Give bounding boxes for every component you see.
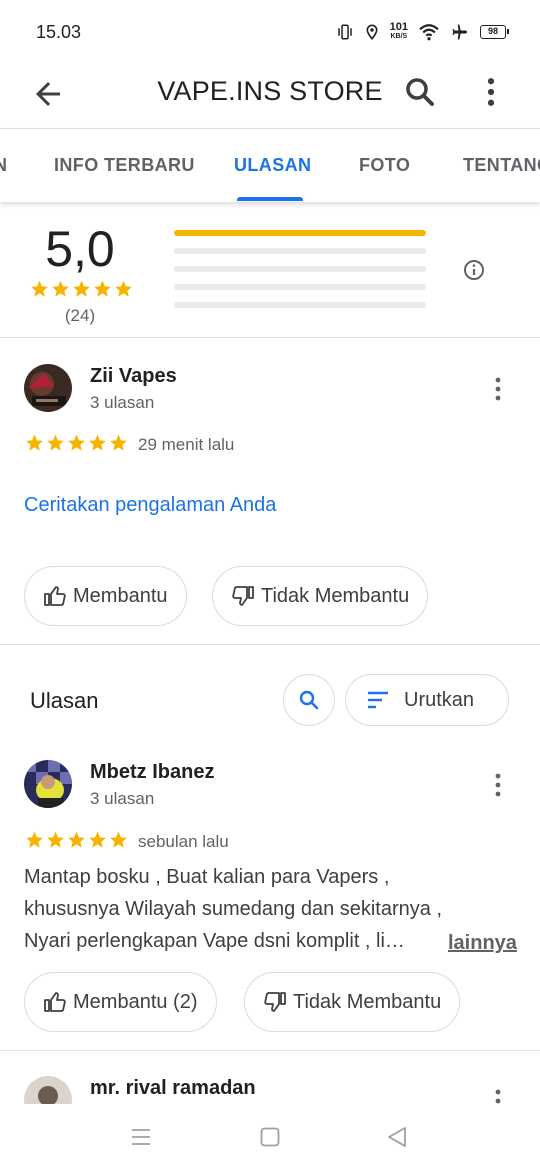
- network-speed-value: 101: [389, 21, 408, 33]
- thumb-down-icon: [264, 992, 286, 1012]
- review-text-line: khususnya Wilayah sumedang dan sekitarny…: [24, 898, 443, 920]
- airplane-icon: [452, 24, 468, 39]
- star-icon: [26, 434, 43, 451]
- vibrate-icon: [337, 24, 352, 39]
- rating-count: (24): [64, 306, 96, 325]
- star-icon: [94, 280, 111, 297]
- rating-bar-4: [174, 248, 426, 254]
- sort-icon: [368, 691, 388, 709]
- page-title: VAPE.INS STORE: [157, 76, 383, 106]
- own-review-card: Zii Vapes 3 ulasan 29 menit lalu Ceritak…: [0, 338, 540, 644]
- more-vert-icon[interactable]: [476, 74, 506, 110]
- not-helpful-button[interactable]: Tidak Membantu: [244, 972, 461, 1032]
- tab-tentang[interactable]: TENTANG: [463, 155, 540, 176]
- star-icon: [26, 831, 43, 848]
- divider: [0, 1050, 540, 1051]
- rating-summary: 5,0 (24): [0, 204, 540, 338]
- review-card: Mbetz Ibanez 3 ulasan sebulan lalu Manta…: [0, 744, 540, 1050]
- star-icon: [47, 831, 64, 848]
- tab-indicator: [237, 197, 303, 201]
- thumb-down-icon: [232, 586, 254, 606]
- rating-bar-2: [174, 284, 426, 290]
- wifi-icon: [419, 23, 439, 40]
- star-icon: [68, 434, 85, 451]
- rating-bar-fill: [174, 230, 426, 236]
- read-more-link[interactable]: lainnya: [448, 932, 517, 955]
- star-icon: [89, 831, 106, 848]
- review-stars: [24, 830, 129, 850]
- avatar[interactable]: [24, 364, 72, 412]
- star-icon: [115, 280, 132, 297]
- more-vert-icon[interactable]: [486, 374, 510, 404]
- star-icon: [68, 831, 85, 848]
- share-experience-link[interactable]: Ceritakan pengalaman Anda: [24, 494, 276, 517]
- status-time: 15.03: [36, 22, 82, 42]
- reviewer-review-count: 3 ulasan: [90, 393, 155, 412]
- reviewer-review-count: 3 ulasan: [90, 789, 155, 808]
- menu-icon[interactable]: [130, 1126, 152, 1148]
- rating-bar-1: [174, 302, 426, 308]
- thumb-up-icon: [44, 586, 66, 606]
- avatar[interactable]: [24, 1076, 72, 1104]
- helpful-label: Membantu (2): [73, 990, 198, 1013]
- avatar[interactable]: [24, 760, 72, 808]
- tab-info-terbaru[interactable]: INFO TERBARU: [54, 155, 195, 176]
- status-bar: 15.03 101 KB/S 98: [0, 0, 540, 62]
- system-nav-bar: [0, 1104, 540, 1170]
- tab-foto[interactable]: FOTO: [359, 155, 410, 176]
- star-icon: [31, 280, 48, 297]
- star-icon: [52, 280, 69, 297]
- review-time: sebulan lalu: [138, 832, 229, 851]
- info-icon[interactable]: [462, 258, 486, 282]
- app-bar: VAPE.INS STORE: [0, 62, 540, 128]
- sort-button[interactable]: Urutkan: [345, 674, 509, 726]
- home-icon[interactable]: [259, 1126, 281, 1148]
- more-vert-icon[interactable]: [486, 770, 510, 800]
- average-rating: 5,0: [45, 221, 115, 277]
- network-speed-unit: KB/S: [390, 33, 408, 40]
- star-icon: [73, 280, 90, 297]
- helpful-label: Membantu: [73, 584, 168, 607]
- search-icon: [299, 690, 319, 710]
- star-icon: [47, 434, 64, 451]
- sort-label: Urutkan: [404, 688, 475, 711]
- not-helpful-label: Tidak Membantu: [293, 990, 442, 1013]
- rating-bar-5: [174, 230, 426, 236]
- review-stars: [24, 433, 129, 453]
- review-card: mr. rival ramadan: [0, 1060, 540, 1104]
- star-icon: [89, 434, 106, 451]
- star-icon: [110, 831, 127, 848]
- not-helpful-button[interactable]: Tidak Membantu: [212, 566, 429, 626]
- more-vert-icon[interactable]: [486, 1086, 510, 1104]
- search-reviews-button[interactable]: [283, 674, 335, 726]
- back-icon[interactable]: [386, 1126, 408, 1148]
- rating-bar-3: [174, 266, 426, 272]
- review-text-line: Mantap bosku , Buat kalian para Vapers ,: [24, 866, 390, 888]
- tab-ulasan[interactable]: ULASAN: [234, 155, 311, 176]
- review-time: 29 menit lalu: [138, 435, 235, 454]
- not-helpful-label: Tidak Membantu: [261, 584, 410, 607]
- reviewer-name[interactable]: Zii Vapes: [90, 365, 177, 388]
- tab-overview-partial[interactable]: N: [0, 155, 7, 176]
- tab-bar: N INFO TERBARU ULASAN FOTO TENTANG: [0, 128, 540, 202]
- network-speed: 101 KB/S: [390, 22, 408, 41]
- status-icons: 101 KB/S 98: [336, 22, 509, 41]
- reviewer-name[interactable]: mr. rival ramadan: [90, 1077, 256, 1100]
- reviews-section-title: Ulasan: [30, 688, 99, 713]
- average-stars: [29, 279, 134, 299]
- search-icon[interactable]: [402, 74, 438, 110]
- location-icon: [366, 24, 378, 40]
- thumb-up-icon: [44, 992, 66, 1012]
- star-icon: [110, 434, 127, 451]
- helpful-button[interactable]: Membantu (2): [24, 972, 217, 1032]
- helpful-button[interactable]: Membantu: [24, 566, 187, 626]
- reviewer-name[interactable]: Mbetz Ibanez: [90, 761, 214, 784]
- battery-indicator: 98: [480, 24, 509, 39]
- divider: [0, 644, 540, 645]
